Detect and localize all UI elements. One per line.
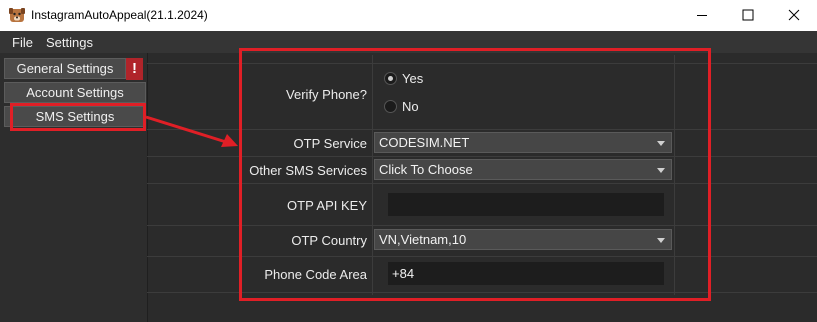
window-title: InstagramAutoAppeal(21.1.2024) <box>31 8 208 22</box>
dog-app-icon <box>9 8 25 22</box>
close-button[interactable] <box>771 0 817 31</box>
maximize-button[interactable] <box>725 0 771 31</box>
menu-settings[interactable]: Settings <box>46 35 93 50</box>
minimize-icon <box>697 15 707 16</box>
title-bar: InstagramAutoAppeal(21.1.2024) <box>0 0 817 31</box>
maximize-icon <box>742 9 754 21</box>
highlight-box-sms-settings <box>10 103 146 131</box>
sidebar-item-label: General Settings <box>16 61 114 76</box>
close-icon <box>788 9 800 21</box>
sidebar-item-general-settings[interactable]: General Settings <box>4 58 126 79</box>
sidebar-item-label: Account Settings <box>26 85 124 100</box>
minimize-button[interactable] <box>679 0 725 31</box>
warning-badge: ! <box>126 58 143 80</box>
sidebar-item-account-settings[interactable]: Account Settings <box>4 82 146 103</box>
menu-file[interactable]: File <box>12 35 33 50</box>
highlight-box-form <box>239 48 711 301</box>
